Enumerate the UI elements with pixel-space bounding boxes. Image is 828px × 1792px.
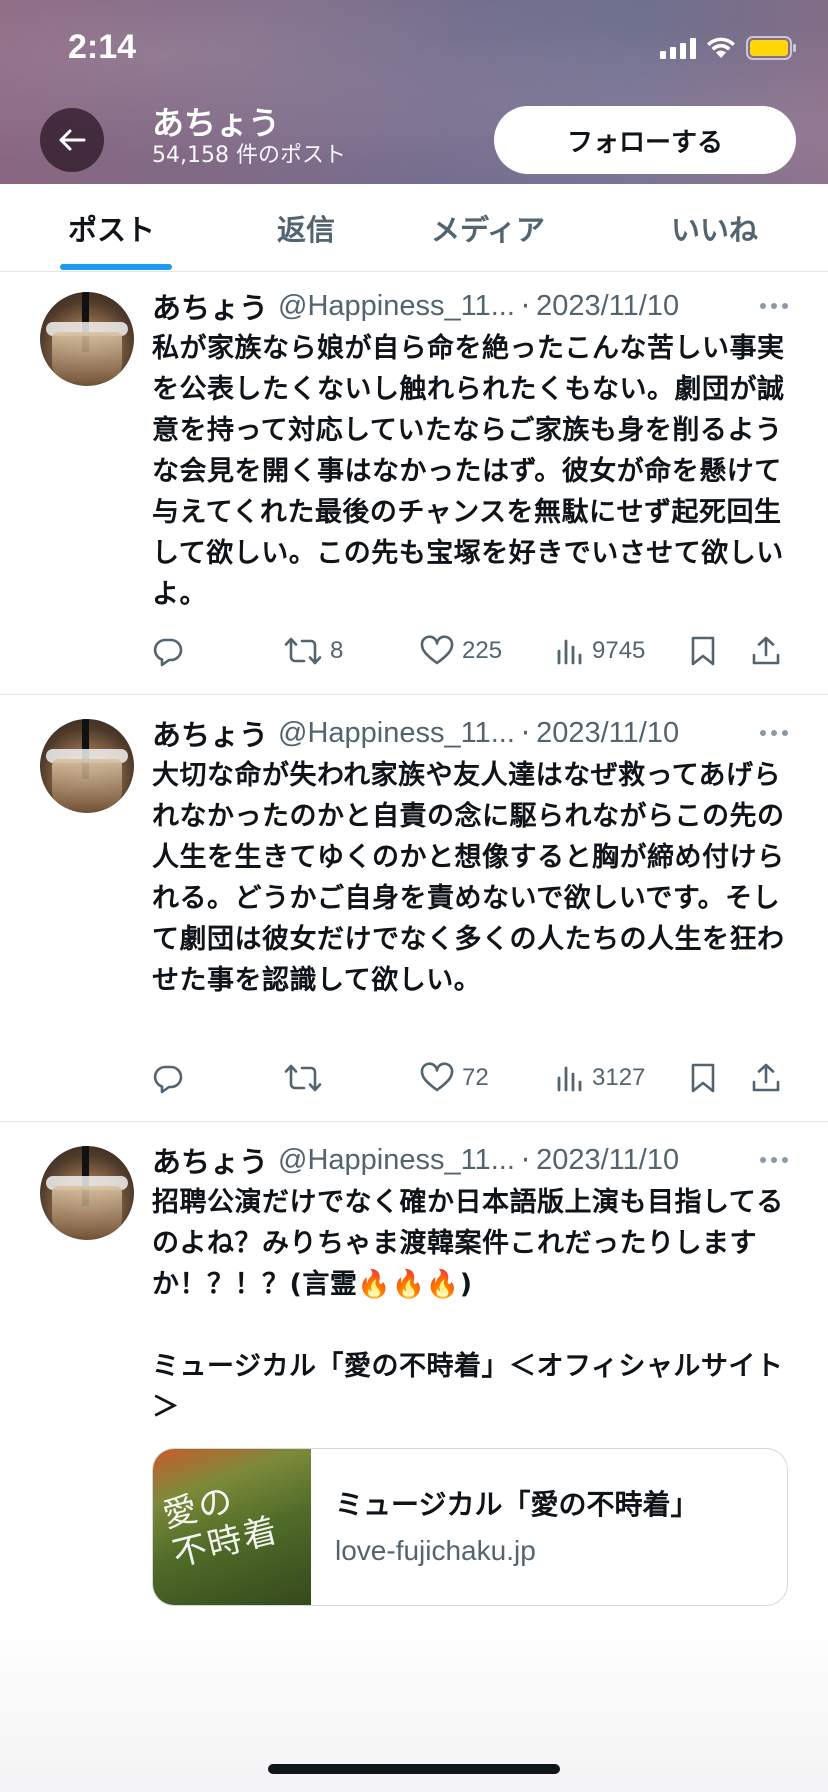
author-handle[interactable]: @Happiness_11... xyxy=(278,1144,515,1177)
profile-page: 2:14 あちょう 54,158 件のポスト フォローする ポスト 返信 メディ… xyxy=(0,0,828,1792)
retweet-count: 8 xyxy=(330,637,344,664)
profile-header: 2:14 あちょう 54,158 件のポスト フォローする xyxy=(0,0,828,184)
reply-icon xyxy=(153,638,183,667)
post-header: あちょう @Happiness_11... · 2023/11/10 xyxy=(152,713,679,753)
post-text: 大切な命が失われ家族や友人達はなぜ救ってあげられなかったのかと自責の念に駆られな… xyxy=(152,760,785,996)
thumbnail-title: 愛の 不時着 xyxy=(158,1479,284,1575)
post-item[interactable]: あちょう @Happiness_11... · 2023/11/10 大切な命が… xyxy=(0,695,828,1122)
like-count: 72 xyxy=(462,1064,489,1091)
author-handle[interactable]: @Happiness_11... xyxy=(278,290,515,323)
heart-icon xyxy=(420,635,454,665)
share-icon xyxy=(752,636,780,665)
post-header: あちょう @Happiness_11... · 2023/11/10 xyxy=(152,286,679,326)
views-count: 9745 xyxy=(592,637,646,664)
views-count: 3127 xyxy=(592,1064,646,1091)
post-actions: 72 3127 xyxy=(152,1058,788,1098)
views-button[interactable]: 9745 xyxy=(556,631,645,671)
post-text: 私が家族なら娘が自ら命を絶ったこんな苦しい事実を公表したくないし触れられたくもな… xyxy=(152,333,785,610)
reply-button[interactable] xyxy=(152,631,184,671)
bookmark-button[interactable] xyxy=(690,631,716,671)
profile-name: あちょう xyxy=(152,104,281,142)
views-icon xyxy=(557,639,582,665)
post-item[interactable]: あちょう @Happiness_11... · 2023/11/10 私が家族な… xyxy=(0,272,828,695)
bookmark-icon xyxy=(691,1063,715,1093)
post-count: 54,158 件のポスト xyxy=(152,143,346,168)
bookmark-icon xyxy=(691,636,715,666)
bookmark-button[interactable] xyxy=(690,1058,716,1098)
link-title: ミュージカル「愛の不時着」 xyxy=(335,1488,699,1521)
link-preview-card[interactable]: 愛の 不時着 ミュージカル「愛の不時着」 love-fujichaku.jp xyxy=(152,1448,788,1606)
wifi-icon xyxy=(706,37,736,59)
back-button[interactable] xyxy=(40,108,104,172)
status-icons xyxy=(660,36,798,60)
more-icon[interactable] xyxy=(760,1140,788,1180)
share-button[interactable] xyxy=(750,1058,782,1098)
home-indicator[interactable] xyxy=(268,1764,560,1774)
author-name[interactable]: あちょう xyxy=(152,712,268,754)
post-date[interactable]: 2023/11/10 xyxy=(536,1144,679,1177)
heart-icon xyxy=(420,1062,454,1092)
separator: · xyxy=(520,289,531,323)
active-tab-indicator xyxy=(60,264,172,270)
post-date[interactable]: 2023/11/10 xyxy=(536,717,679,750)
tab-replies[interactable]: 返信 xyxy=(277,184,335,272)
share-icon xyxy=(752,1063,780,1092)
tab-media[interactable]: メディア xyxy=(431,184,545,272)
link-thumbnail: 愛の 不時着 xyxy=(153,1449,311,1605)
like-button[interactable]: 72 xyxy=(420,1058,489,1098)
share-button[interactable] xyxy=(750,631,782,671)
link-domain: love-fujichaku.jp xyxy=(335,1535,536,1566)
tab-likes[interactable]: いいね xyxy=(671,184,758,272)
more-icon[interactable] xyxy=(760,713,788,753)
separator: · xyxy=(520,716,531,750)
separator: · xyxy=(520,1143,531,1177)
status-bar: 2:14 xyxy=(0,0,828,96)
tab-posts[interactable]: ポスト xyxy=(68,184,155,272)
like-button[interactable]: 225 xyxy=(420,631,502,671)
post-date[interactable]: 2023/11/10 xyxy=(536,290,679,323)
retweet-button[interactable]: 8 xyxy=(284,631,343,671)
reply-button[interactable] xyxy=(152,1058,184,1098)
like-count: 225 xyxy=(462,637,503,664)
author-handle[interactable]: @Happiness_11... xyxy=(278,717,515,750)
views-button[interactable]: 3127 xyxy=(556,1058,645,1098)
post-text: 招聘公演だけでなく確か日本語版上演も目指してるのよね？みりちゃま渡韓案件これだっ… xyxy=(152,1187,784,1423)
profile-title: あちょう 54,158 件のポスト xyxy=(152,104,346,170)
retweet-icon xyxy=(284,637,322,665)
author-name[interactable]: あちょう xyxy=(152,1139,268,1181)
follow-button[interactable]: フォローする xyxy=(494,106,796,174)
post-actions: 8 225 9745 xyxy=(152,631,788,671)
avatar[interactable] xyxy=(40,719,134,813)
avatar[interactable] xyxy=(40,1146,134,1240)
views-icon xyxy=(557,1066,582,1092)
author-name[interactable]: あちょう xyxy=(152,285,268,327)
status-time: 2:14 xyxy=(68,28,137,66)
avatar[interactable] xyxy=(40,292,134,386)
more-icon[interactable] xyxy=(760,286,788,326)
battery-icon xyxy=(746,36,798,60)
post-header: あちょう @Happiness_11... · 2023/11/10 xyxy=(152,1140,679,1180)
retweet-icon xyxy=(284,1064,322,1092)
retweet-button[interactable] xyxy=(284,1058,330,1098)
arrow-left-icon xyxy=(59,129,86,151)
signal-icon xyxy=(660,37,696,59)
reply-icon xyxy=(153,1065,183,1094)
profile-tabs: ポスト 返信 メディア いいね xyxy=(0,184,828,272)
